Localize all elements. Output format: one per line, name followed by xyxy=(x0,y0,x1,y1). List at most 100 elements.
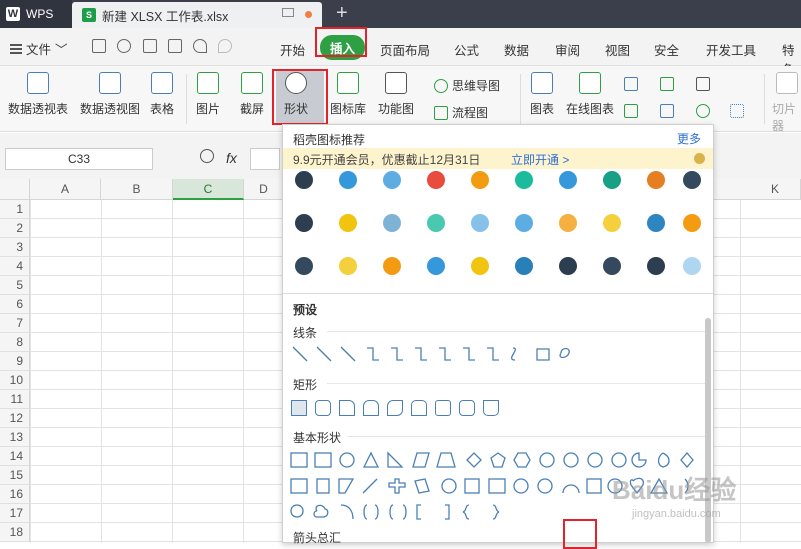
target-icon[interactable] xyxy=(295,171,313,189)
formula-input[interactable] xyxy=(250,148,280,170)
rectangle-shape[interactable] xyxy=(291,400,307,416)
burger-icon[interactable] xyxy=(339,214,357,232)
export-icon[interactable] xyxy=(117,39,131,53)
flowchart-button[interactable]: 流程图 xyxy=(434,104,488,121)
bird-icon[interactable] xyxy=(683,171,701,189)
hand-icon[interactable] xyxy=(295,214,313,232)
row-header[interactable]: 15 xyxy=(0,466,30,485)
snip-rectangle-shape[interactable] xyxy=(339,400,355,416)
book-icon[interactable] xyxy=(515,171,533,189)
column-header-c[interactable]: C xyxy=(173,179,244,200)
tab-home[interactable]: 开始 xyxy=(280,40,305,59)
fx-icon[interactable]: fx xyxy=(226,150,237,166)
column-header-d[interactable]: D xyxy=(244,179,284,200)
row-header[interactable]: 6 xyxy=(0,295,30,314)
line-chart-button[interactable] xyxy=(660,77,674,91)
row-header[interactable]: 17 xyxy=(0,504,30,523)
row-header[interactable]: 5 xyxy=(0,276,30,295)
zoom-icon[interactable] xyxy=(200,149,214,163)
avatar-icon[interactable] xyxy=(559,257,577,275)
pacman-icon[interactable] xyxy=(647,257,665,275)
monitor-icon[interactable] xyxy=(282,8,294,17)
row-header[interactable]: 11 xyxy=(0,390,30,409)
row-header[interactable]: 3 xyxy=(0,238,30,257)
scatter-chart-button[interactable] xyxy=(730,104,744,118)
screenshot-button[interactable]: 截屏 xyxy=(240,72,264,117)
bus-icon[interactable] xyxy=(383,171,401,189)
column-header-b[interactable]: B xyxy=(101,179,173,200)
house-icon[interactable] xyxy=(603,257,621,275)
crown-icon[interactable] xyxy=(295,257,313,275)
compass-icon[interactable] xyxy=(383,257,401,275)
row-header[interactable]: 13 xyxy=(0,428,30,447)
save-icon[interactable] xyxy=(92,39,106,53)
row-header[interactable]: 1 xyxy=(0,200,30,219)
name-box[interactable]: C33 xyxy=(5,148,153,170)
row-header[interactable]: 14 xyxy=(0,447,30,466)
row-header[interactable]: 8 xyxy=(0,333,30,352)
world-icon[interactable] xyxy=(383,214,401,232)
bulb-icon[interactable] xyxy=(471,257,489,275)
calendar-icon[interactable] xyxy=(427,171,445,189)
clipboard-icon[interactable] xyxy=(515,257,533,275)
send-icon[interactable] xyxy=(427,257,445,275)
bar-chart-button[interactable] xyxy=(660,104,674,118)
picture-button[interactable]: 图片 xyxy=(196,72,220,117)
row-header[interactable]: 12 xyxy=(0,409,30,428)
round-corner-rectangle-shape[interactable] xyxy=(411,400,427,416)
tab-review[interactable]: 审阅 xyxy=(555,40,580,59)
wps-home-tab[interactable]: W WPS xyxy=(0,0,72,28)
row-header[interactable]: 7 xyxy=(0,314,30,333)
round-bottom-rectangle-shape[interactable] xyxy=(483,400,499,416)
close-icon[interactable] xyxy=(694,153,705,164)
pie-chart-button[interactable] xyxy=(696,104,710,118)
icon-library-button[interactable]: 图标库 xyxy=(330,72,366,117)
column-header-k[interactable]: K xyxy=(750,179,801,200)
mindmap-button[interactable]: 思维导图 xyxy=(434,77,500,94)
card-icon[interactable] xyxy=(647,171,665,189)
print-preview-icon[interactable] xyxy=(168,39,182,53)
pivot-table-button[interactable]: 数据透视表 xyxy=(8,72,68,117)
undo-icon[interactable] xyxy=(193,39,207,53)
line-shapes[interactable] xyxy=(291,345,571,363)
select-all-corner[interactable] xyxy=(0,179,30,200)
row-header[interactable]: 18 xyxy=(0,523,30,542)
promo-link[interactable]: 立即开通 > xyxy=(511,151,569,168)
rounded-square-shape[interactable] xyxy=(435,400,451,416)
alarm-clock-icon[interactable] xyxy=(683,257,701,275)
new-tab-button[interactable]: + xyxy=(336,2,348,24)
row-header[interactable]: 4 xyxy=(0,257,30,276)
row-header[interactable]: 10 xyxy=(0,371,30,390)
row-header[interactable]: 9 xyxy=(0,352,30,371)
radar-chart-button[interactable] xyxy=(696,77,710,91)
row-header[interactable]: 2 xyxy=(0,219,30,238)
function-chart-button[interactable]: 功能图 xyxy=(378,72,414,117)
round-top-rectangle-shape[interactable] xyxy=(363,400,379,416)
tab-view[interactable]: 视图 xyxy=(605,40,630,59)
tab-data[interactable]: 数据 xyxy=(504,40,529,59)
telephone-icon[interactable] xyxy=(683,214,701,232)
robot-icon[interactable] xyxy=(339,257,357,275)
round-rectangle-shape[interactable] xyxy=(459,400,475,416)
row-header[interactable]: 16 xyxy=(0,485,30,504)
table-button[interactable]: 表格 xyxy=(150,72,174,117)
globe-icon[interactable] xyxy=(471,171,489,189)
phone-icon[interactable] xyxy=(339,171,357,189)
column-chart-button[interactable] xyxy=(624,77,638,91)
redo-icon[interactable] xyxy=(218,39,232,53)
monitor-screen-icon[interactable] xyxy=(647,214,665,232)
magnifier-icon[interactable] xyxy=(603,214,621,232)
pivot-chart-button[interactable]: 数据透视图 xyxy=(80,72,140,117)
diagonal-rectangle-shape[interactable] xyxy=(387,400,403,416)
chart-button[interactable]: 图表 xyxy=(530,72,554,117)
person-icon[interactable] xyxy=(603,171,621,189)
area-chart-button[interactable] xyxy=(624,104,638,118)
rounded-rectangle-shape[interactable] xyxy=(315,400,331,416)
mail-icon[interactable] xyxy=(559,171,577,189)
camera-icon[interactable] xyxy=(471,214,489,232)
print-icon[interactable] xyxy=(143,39,157,53)
file-tab[interactable]: S 新建 XLSX 工作表.xlsx xyxy=(72,2,322,28)
tab-security[interactable]: 安全 xyxy=(654,40,679,59)
slicer-button[interactable]: 切片器 xyxy=(772,72,801,134)
tab-page-layout[interactable]: 页面布局 xyxy=(380,40,430,59)
